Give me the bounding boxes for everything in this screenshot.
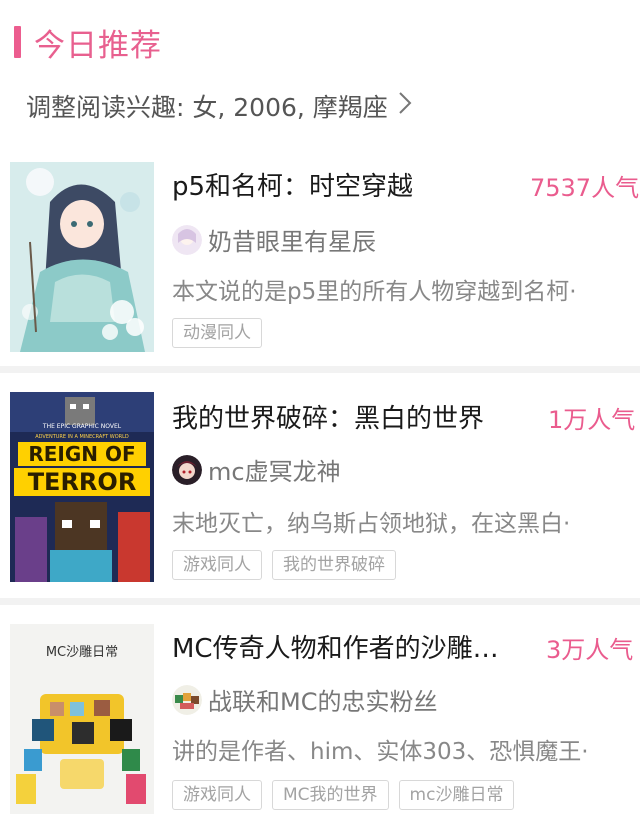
author-row[interactable]: 奶昔眼里有星辰: [172, 222, 376, 257]
author-row[interactable]: 战联和MC的忠实粉丝: [172, 682, 437, 717]
book-cover[interactable]: MC沙雕日常: [10, 624, 154, 814]
author-avatar: [172, 224, 202, 255]
interest-text: 调整阅读兴趣: 女, 2006, 摩羯座: [26, 93, 388, 122]
book-card[interactable]: THE EPIC GRAPHIC NOVEL ADVENTURE IN A MI…: [0, 380, 640, 608]
author-name: mc虚冥龙神: [208, 458, 341, 486]
book-summary: 讲的是作者、him、实体303、恐惧魔王·: [172, 739, 589, 765]
divider: [0, 598, 640, 605]
book-cover[interactable]: [10, 162, 154, 352]
cover-title: MC沙雕日常: [46, 645, 118, 660]
tag-list: 动漫同人: [172, 318, 262, 348]
book-card[interactable]: MC沙雕日常 MC传奇人物和作者的沙雕… 3万人气 战联和MC的忠实粉丝 讲的是…: [0, 610, 640, 838]
book-title[interactable]: MC传奇人物和作者的沙雕…: [172, 628, 532, 665]
cover-line4: TERROR: [28, 468, 137, 496]
book-cover[interactable]: THE EPIC GRAPHIC NOVEL ADVENTURE IN A MI…: [10, 392, 154, 582]
book-summary: 末地灭亡，纳乌斯占领地狱，在这黑白·: [172, 511, 571, 537]
tag-list: 游戏同人 我的世界破碎: [172, 550, 396, 580]
popularity-count: 7537人气: [530, 174, 640, 202]
book-card[interactable]: p5和名柯：时空穿越 7537人气 奶昔眼里有星辰 本文说的是p5里的所有人物穿…: [0, 148, 640, 376]
book-title[interactable]: p5和名柯：时空穿越: [172, 166, 528, 203]
book-title[interactable]: 我的世界破碎：黑白的世界: [172, 398, 528, 435]
cover-line2: ADVENTURE IN A MINECRAFT WORLD: [35, 434, 129, 440]
tag[interactable]: 我的世界破碎: [272, 550, 396, 580]
author-name: 奶昔眼里有星辰: [208, 228, 376, 256]
section-header: 今日推荐: [0, 0, 640, 84]
divider: [0, 366, 640, 373]
author-avatar: [172, 684, 202, 715]
tag[interactable]: 游戏同人: [172, 780, 262, 810]
tag-list: 游戏同人 MC我的世界 mc沙雕日常: [172, 780, 515, 810]
author-row[interactable]: mc虚冥龙神: [172, 452, 341, 487]
chevron-right-icon: [398, 91, 412, 121]
author-name: 战联和MC的忠实粉丝: [208, 688, 438, 716]
book-summary: 本文说的是p5里的所有人物穿越到名柯·: [172, 279, 577, 305]
tag[interactable]: mc沙雕日常: [398, 780, 515, 810]
tag[interactable]: MC我的世界: [272, 780, 389, 810]
cover-line3: REIGN OF: [28, 442, 135, 466]
popularity-count: 1万人气: [548, 406, 636, 434]
tag[interactable]: 动漫同人: [172, 318, 262, 348]
adjust-interest-link[interactable]: 调整阅读兴趣: 女, 2006, 摩羯座: [26, 88, 412, 124]
cover-line1: THE EPIC GRAPHIC NOVEL: [42, 423, 122, 430]
accent-bar: [14, 26, 21, 58]
author-avatar: [172, 454, 202, 485]
tag[interactable]: 游戏同人: [172, 550, 262, 580]
popularity-count: 3万人气: [546, 636, 634, 664]
section-title: 今日推荐: [34, 28, 162, 64]
